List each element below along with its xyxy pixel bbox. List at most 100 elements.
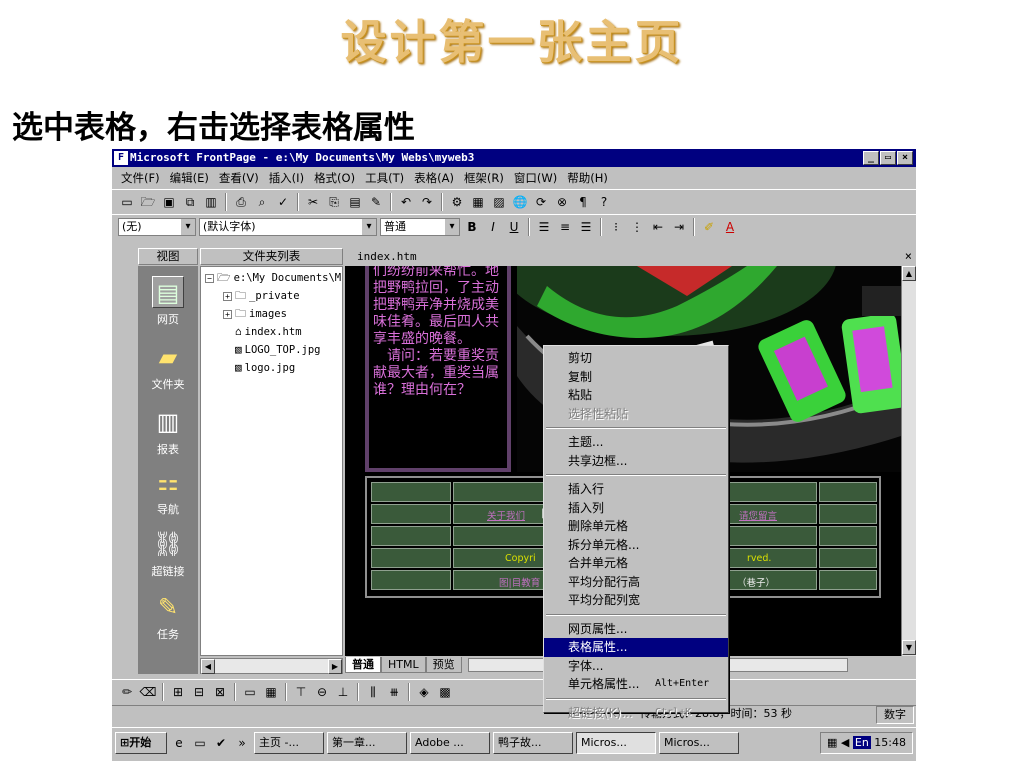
autofit-icon[interactable]: ▩ bbox=[436, 683, 454, 701]
menu-item-insert-column[interactable]: 插入列 bbox=[544, 499, 728, 518]
font-dropdown[interactable]: (默认字体) bbox=[199, 217, 377, 236]
start-button[interactable]: ⊞开始 bbox=[115, 731, 167, 754]
menu-tools[interactable]: 工具(T) bbox=[360, 170, 409, 186]
task-microsoft-2[interactable]: Micros... bbox=[659, 731, 739, 754]
table-cell[interactable] bbox=[819, 570, 877, 590]
size-dropdown[interactable]: 普通 bbox=[380, 217, 460, 236]
hyperlink-icon[interactable]: 🌐 bbox=[511, 193, 529, 211]
distribute-columns-icon[interactable]: ⧻ bbox=[385, 683, 403, 701]
menu-item-copy[interactable]: 复制 bbox=[544, 368, 728, 387]
view-reports[interactable]: ▥ 报表 bbox=[138, 406, 198, 457]
save-icon[interactable]: ▣ bbox=[160, 193, 178, 211]
menu-file[interactable]: 文件(F) bbox=[116, 170, 165, 186]
menu-format[interactable]: 格式(O) bbox=[309, 170, 360, 186]
font-color-icon[interactable]: A bbox=[721, 218, 739, 236]
task-chapter-one[interactable]: 第一章... bbox=[327, 731, 407, 754]
tree-item[interactable]: ▧ logo.jpg bbox=[235, 360, 295, 376]
numbering-icon[interactable]: ⁝ bbox=[607, 218, 625, 236]
refresh-icon[interactable]: ⟳ bbox=[532, 193, 550, 211]
folder-hscrollbar[interactable]: ◀ ▶ bbox=[200, 658, 343, 674]
decrease-indent-icon[interactable]: ⇤ bbox=[649, 218, 667, 236]
menu-table[interactable]: 表格(A) bbox=[409, 170, 459, 186]
minimize-button[interactable]: _ bbox=[863, 151, 879, 165]
insert-rows-icon[interactable]: ⊞ bbox=[169, 683, 187, 701]
view-navigation[interactable]: ⚏ 导航 bbox=[138, 466, 198, 517]
table-cell[interactable] bbox=[371, 526, 451, 546]
menu-item-cell-properties[interactable]: 单元格属性... Alt+Enter bbox=[544, 675, 728, 694]
fill-color-icon[interactable]: ◈ bbox=[415, 683, 433, 701]
ie-icon[interactable]: e bbox=[170, 734, 188, 752]
split-cells-icon[interactable]: ▦ bbox=[262, 683, 280, 701]
table-cell[interactable] bbox=[371, 482, 451, 502]
tree-root[interactable]: − 🗁 e:\My Documents\M bbox=[205, 270, 341, 286]
editor-tab[interactable]: index.htm × bbox=[345, 248, 916, 265]
increase-indent-icon[interactable]: ⇥ bbox=[670, 218, 688, 236]
format-painter-icon[interactable]: ✎ bbox=[367, 193, 385, 211]
channels-icon[interactable]: ✔ bbox=[212, 734, 230, 752]
menu-item-delete-cells[interactable]: 删除单元格 bbox=[544, 517, 728, 536]
view-tasks[interactable]: ✎ 任务 bbox=[138, 591, 198, 642]
tree-item[interactable]: + 🗀 images bbox=[223, 306, 287, 322]
menu-item-merge-cells[interactable]: 合并单元格 bbox=[544, 554, 728, 573]
task-microsoft-1[interactable]: Micros... bbox=[576, 731, 656, 754]
stop-icon[interactable]: ⊗ bbox=[553, 193, 571, 211]
tree-item[interactable]: + 🗀 _private bbox=[223, 288, 300, 304]
align-bottom-icon[interactable]: ⊥ bbox=[334, 683, 352, 701]
spelling-icon[interactable]: ✓ bbox=[274, 193, 292, 211]
tab-preview[interactable]: 预览 bbox=[425, 657, 462, 673]
preview-icon[interactable]: ⌕ bbox=[253, 193, 271, 211]
menu-insert[interactable]: 插入(I) bbox=[264, 170, 309, 186]
menu-item-table-properties[interactable]: 表格属性... bbox=[544, 638, 728, 657]
cut-icon[interactable]: ✂ bbox=[304, 193, 322, 211]
eraser-icon[interactable]: ⌫ bbox=[139, 683, 157, 701]
view-page[interactable]: ▤ 网页 bbox=[138, 276, 198, 327]
task-duck-story[interactable]: 鸭子故... bbox=[493, 731, 573, 754]
align-top-icon[interactable]: ⊤ bbox=[292, 683, 310, 701]
menu-item-shared-borders[interactable]: 共享边框... bbox=[544, 452, 728, 471]
table-cell[interactable] bbox=[819, 548, 877, 568]
menu-item-page-properties[interactable]: 网页属性... bbox=[544, 620, 728, 639]
menu-item-font[interactable]: 字体... bbox=[544, 657, 728, 676]
table-cell[interactable] bbox=[819, 526, 877, 546]
network-icon[interactable]: ▦ bbox=[827, 736, 837, 749]
table-cell[interactable] bbox=[819, 504, 877, 524]
copy-icon[interactable]: ⎘ bbox=[325, 193, 343, 211]
show-all-icon[interactable]: ¶ bbox=[574, 193, 592, 211]
undo-icon[interactable]: ↶ bbox=[397, 193, 415, 211]
table-cell[interactable] bbox=[819, 482, 877, 502]
close-button[interactable]: × bbox=[897, 151, 913, 165]
menu-item-split-cells[interactable]: 拆分单元格... bbox=[544, 536, 728, 555]
input-language[interactable]: En bbox=[852, 735, 871, 749]
publish-icon[interactable]: ⧉ bbox=[181, 193, 199, 211]
story-text[interactable]: 来到小鸟家后，邻居们纷纷前来帮忙。地把野鸭拉回，了主动把野鸭弄净并烧成美味佳肴。… bbox=[365, 266, 511, 472]
new-page-icon[interactable]: ▭ bbox=[118, 193, 136, 211]
bullets-icon[interactable]: ⋮ bbox=[628, 218, 646, 236]
frontpage-app-icon[interactable]: F bbox=[114, 151, 128, 165]
center-vertically-icon[interactable]: ⊖ bbox=[313, 683, 331, 701]
align-center-icon[interactable]: ≡ bbox=[556, 218, 574, 236]
menu-item-insert-row[interactable]: 插入行 bbox=[544, 480, 728, 499]
paste-icon[interactable]: ▤ bbox=[346, 193, 364, 211]
view-hyperlinks[interactable]: ⛓ 超链接 bbox=[138, 528, 198, 579]
menu-view[interactable]: 查看(V) bbox=[214, 170, 264, 186]
scroll-up-arrow[interactable]: ▲ bbox=[902, 266, 916, 281]
open-folder-icon[interactable]: 🗁 bbox=[139, 193, 157, 211]
insert-columns-icon[interactable]: ⊟ bbox=[190, 683, 208, 701]
volume-icon[interactable]: ◀ bbox=[841, 736, 849, 749]
draw-table-icon[interactable]: ✏ bbox=[118, 683, 136, 701]
align-left-icon[interactable]: ☰ bbox=[535, 218, 553, 236]
menu-item-paste[interactable]: 粘贴 bbox=[544, 386, 728, 405]
distribute-rows-icon[interactable]: ⫼ bbox=[364, 683, 382, 701]
editor-vscrollbar[interactable]: ▲ ▼ bbox=[901, 266, 916, 656]
scroll-left-arrow[interactable]: ◀ bbox=[201, 659, 215, 674]
menu-item-distribute-columns[interactable]: 平均分配列宽 bbox=[544, 591, 728, 610]
table-cell[interactable] bbox=[371, 504, 451, 524]
tree-item[interactable]: ⌂ index.htm bbox=[235, 324, 302, 340]
menu-window[interactable]: 窗口(W) bbox=[509, 170, 562, 186]
table-cell[interactable] bbox=[371, 570, 451, 590]
scroll-right-arrow[interactable]: ▶ bbox=[328, 659, 342, 674]
underline-button[interactable]: U bbox=[505, 218, 523, 236]
view-folders[interactable]: ▰ 文件夹 bbox=[138, 341, 198, 392]
chevron-icon[interactable]: » bbox=[233, 734, 251, 752]
folder-list-icon[interactable]: ▥ bbox=[202, 193, 220, 211]
